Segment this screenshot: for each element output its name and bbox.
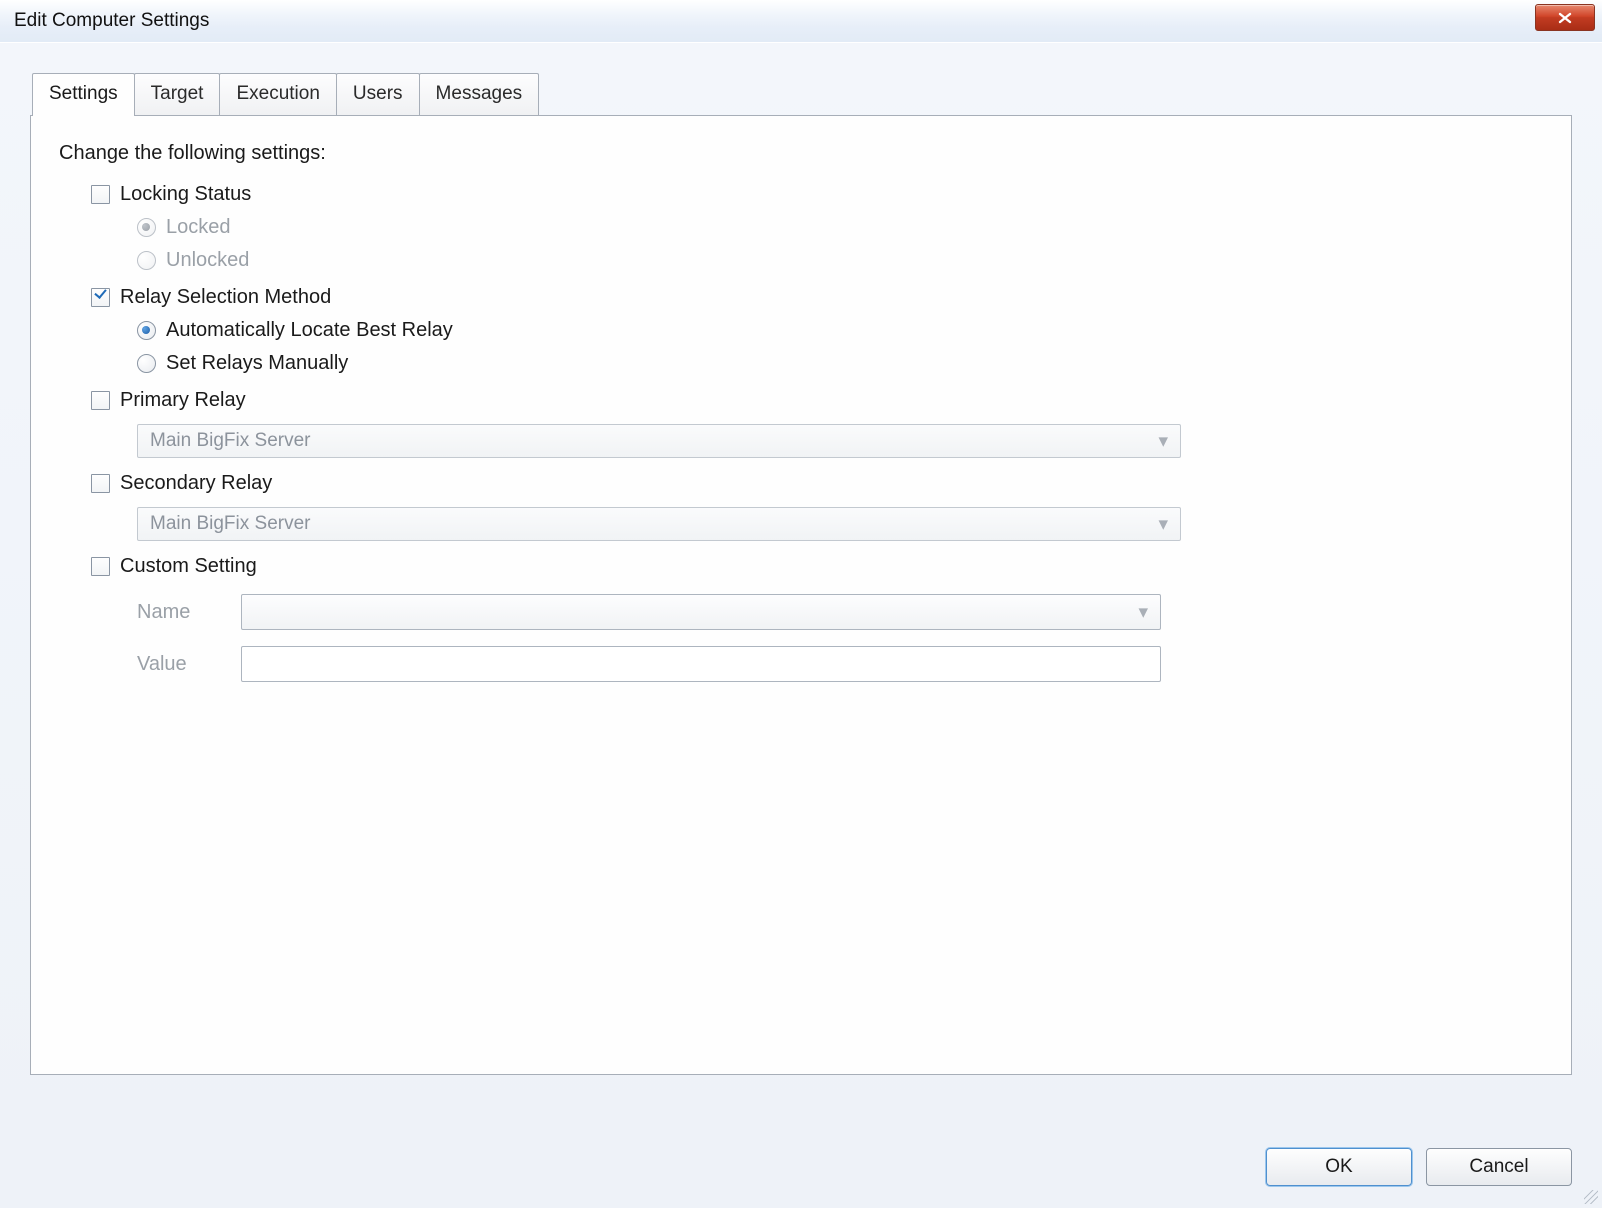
- titlebar: Edit Computer Settings: [0, 0, 1602, 43]
- cancel-button[interactable]: Cancel: [1426, 1148, 1572, 1186]
- chevron-down-icon: ▾: [1158, 430, 1168, 453]
- secondary-relay-checkbox[interactable]: [91, 474, 110, 493]
- tab-messages[interactable]: Messages: [419, 73, 540, 115]
- tab-strip: Settings Target Execution Users Messages: [32, 73, 1572, 115]
- locking-status-checkbox[interactable]: [91, 185, 110, 204]
- manual-relay-radio[interactable]: [137, 354, 156, 373]
- tab-users[interactable]: Users: [336, 73, 420, 115]
- tab-settings[interactable]: Settings: [32, 73, 135, 116]
- tab-execution[interactable]: Execution: [219, 73, 336, 115]
- custom-name-combo: ▾: [241, 594, 1161, 630]
- custom-setting-section: Custom Setting Name ▾ Value: [91, 555, 1531, 682]
- settings-panel: Change the following settings: Locking S…: [30, 115, 1572, 1075]
- locking-status-section: Locking Status Locked Unlocked: [91, 183, 1531, 272]
- custom-value-label: Value: [137, 653, 241, 676]
- secondary-relay-label: Secondary Relay: [120, 472, 272, 495]
- primary-relay-section: Primary Relay Main BigFix Server ▾: [91, 389, 1531, 458]
- relay-method-checkbox[interactable]: [91, 288, 110, 307]
- close-icon: [1557, 12, 1573, 24]
- secondary-relay-value: Main BigFix Server: [150, 513, 311, 535]
- auto-relay-label: Automatically Locate Best Relay: [166, 319, 453, 342]
- custom-value-input: [241, 646, 1161, 682]
- unlocked-label: Unlocked: [166, 249, 249, 272]
- client-area: Settings Target Execution Users Messages…: [0, 42, 1602, 1208]
- close-button[interactable]: [1535, 4, 1595, 31]
- resize-grip-icon[interactable]: [1584, 1190, 1598, 1204]
- auto-relay-radio[interactable]: [137, 321, 156, 340]
- primary-relay-value: Main BigFix Server: [150, 430, 311, 452]
- primary-relay-combo: Main BigFix Server ▾: [137, 424, 1181, 458]
- relay-method-label: Relay Selection Method: [120, 286, 331, 309]
- ok-button[interactable]: OK: [1266, 1148, 1412, 1186]
- dialog-footer: OK Cancel: [1266, 1148, 1572, 1186]
- locked-label: Locked: [166, 216, 231, 239]
- locking-status-label: Locking Status: [120, 183, 251, 206]
- locked-radio: [137, 218, 156, 237]
- chevron-down-icon: ▾: [1138, 601, 1148, 624]
- custom-setting-checkbox[interactable]: [91, 557, 110, 576]
- custom-setting-label: Custom Setting: [120, 555, 257, 578]
- secondary-relay-section: Secondary Relay Main BigFix Server ▾: [91, 472, 1531, 541]
- secondary-relay-combo: Main BigFix Server ▾: [137, 507, 1181, 541]
- panel-heading: Change the following settings:: [59, 142, 1531, 165]
- relay-method-section: Relay Selection Method Automatically Loc…: [91, 286, 1531, 375]
- manual-relay-label: Set Relays Manually: [166, 352, 348, 375]
- primary-relay-checkbox[interactable]: [91, 391, 110, 410]
- chevron-down-icon: ▾: [1158, 513, 1168, 536]
- primary-relay-label: Primary Relay: [120, 389, 246, 412]
- unlocked-radio: [137, 251, 156, 270]
- window-title: Edit Computer Settings: [14, 10, 209, 32]
- tab-target[interactable]: Target: [134, 73, 221, 115]
- custom-name-label: Name: [137, 601, 241, 624]
